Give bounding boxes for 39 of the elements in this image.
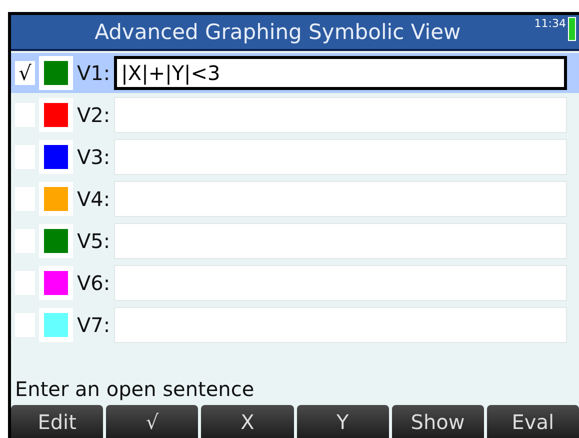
color-swatch[interactable] (39, 56, 73, 90)
function-row[interactable]: V4: (11, 179, 579, 219)
color-swatch[interactable] (39, 140, 73, 174)
softkey[interactable]: Show (392, 405, 484, 438)
expression-field[interactable] (114, 181, 567, 217)
expression-field[interactable] (114, 97, 567, 133)
function-row[interactable]: √ V1: |X|+|Y|<3 (11, 53, 579, 93)
function-label: V3: (77, 145, 110, 169)
expression-field[interactable]: |X|+|Y|<3 (114, 56, 567, 90)
function-row[interactable]: V5: (11, 221, 579, 261)
softkey[interactable]: Edit (11, 405, 104, 438)
function-label: V4: (77, 187, 110, 211)
softkey[interactable]: X (201, 405, 294, 438)
function-row[interactable]: V3: (11, 137, 579, 177)
softkey[interactable]: Eval (486, 405, 579, 438)
softkey[interactable]: √ (106, 405, 198, 438)
color-swatch[interactable] (39, 182, 73, 216)
expression-field[interactable] (114, 265, 567, 301)
expression-field[interactable] (114, 139, 567, 175)
function-row[interactable]: V2: (11, 95, 579, 135)
color-swatch[interactable] (39, 224, 73, 258)
expression-field[interactable] (114, 307, 567, 343)
function-label: V5: (77, 229, 110, 253)
color-swatch[interactable] (39, 266, 73, 300)
function-label: V2: (77, 103, 110, 127)
color-swatch[interactable] (39, 98, 73, 132)
function-row[interactable]: V7: (11, 305, 579, 345)
clock: 11:34 (534, 17, 566, 31)
function-row[interactable]: V6: (11, 263, 579, 303)
checkbox[interactable]: √ (15, 61, 35, 85)
function-label: V1: (77, 61, 110, 85)
function-label: V6: (77, 271, 110, 295)
battery-icon (568, 17, 576, 41)
expression-field[interactable] (114, 223, 567, 259)
color-swatch[interactable] (39, 308, 73, 342)
function-label: V7: (77, 313, 110, 337)
help-text: Enter an open sentence (14, 377, 256, 403)
softkey[interactable]: Y (296, 405, 389, 438)
window-title: Advanced Graphing Symbolic View (94, 20, 462, 44)
